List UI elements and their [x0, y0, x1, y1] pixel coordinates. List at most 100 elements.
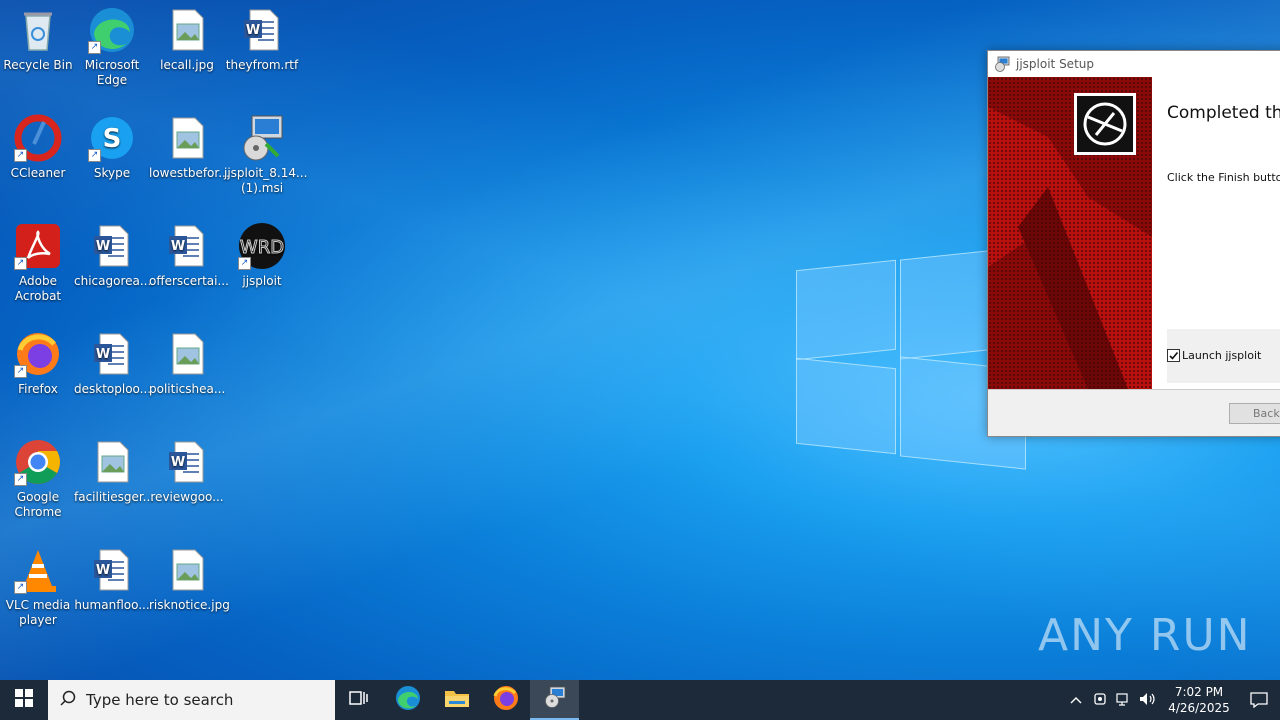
desktop-icon-microsoft-edge[interactable]: ↗ Microsoft Edge: [74, 0, 150, 88]
setup-window[interactable]: jjsploit Setup Completed the j Click the…: [987, 50, 1280, 437]
anyrun-watermark: ANY RUN: [1038, 610, 1252, 661]
firefox-icon: ↗: [14, 330, 62, 378]
word-document-icon: W: [163, 438, 211, 486]
volume-icon[interactable]: [1136, 692, 1160, 709]
firefox-icon: [493, 685, 519, 715]
taskbar-setup-button[interactable]: [530, 680, 579, 720]
taskbar-firefox-button[interactable]: [481, 680, 530, 720]
icon-label: Recycle Bin: [3, 58, 73, 72]
desktop-icon-word-doc[interactable]: W offerscertai...: [149, 216, 229, 289]
show-hidden-icons-chevron-icon[interactable]: [1064, 693, 1088, 707]
completion-heading: Completed the j: [1167, 103, 1280, 123]
edge-icon: ↗: [88, 6, 136, 54]
icon-label: Adobe Acrobat: [14, 274, 62, 303]
notification-center-icon[interactable]: [1238, 692, 1280, 708]
icon-label: theyfrom.rtf: [225, 58, 299, 72]
desktop-icon-image-file[interactable]: politicshea...: [149, 324, 225, 397]
icon-label: offerscertai...: [149, 274, 229, 288]
launch-option-panel: Launch jjsploit: [1167, 329, 1280, 383]
jjsploit-logo-icon: WRD ↗: [238, 222, 286, 270]
desktop-icon-word-doc[interactable]: W chicagorea...: [74, 216, 152, 289]
launch-jjsploit-checkbox[interactable]: [1167, 349, 1180, 362]
desktop-icon-image-file[interactable]: lowestbefor...: [149, 108, 230, 181]
clock-date: 4/26/2025: [1168, 701, 1230, 715]
shortcut-arrow-icon: ↗: [14, 149, 27, 162]
image-file-icon: [163, 330, 211, 378]
icon-label: chicagorea...: [74, 274, 152, 288]
search-placeholder: Type here to search: [86, 691, 234, 709]
icon-label: politicshea...: [149, 382, 226, 396]
image-file-icon: [88, 438, 136, 486]
task-view-icon: [349, 689, 369, 711]
task-view-button[interactable]: [335, 680, 383, 720]
chrome-icon: ↗: [14, 438, 62, 486]
tray-app-icon[interactable]: [1088, 692, 1112, 709]
search-icon: [60, 690, 76, 710]
windows-start-icon: [15, 689, 33, 711]
desktop-icon-vlc[interactable]: ↗ VLC media player: [0, 540, 76, 628]
word-document-icon: W: [238, 6, 286, 54]
desktop-icon-word-doc[interactable]: W desktoploo...: [74, 324, 151, 397]
shortcut-arrow-icon: ↗: [14, 365, 27, 378]
vlc-cone-icon: ↗: [14, 546, 62, 594]
shortcut-arrow-icon: ↗: [14, 581, 27, 594]
completion-body-text: Click the Finish button t: [1167, 171, 1280, 184]
word-document-icon: W: [88, 546, 136, 594]
taskbar: Type here to search 7:02 PM 4/26/2025: [0, 680, 1280, 720]
clock[interactable]: 7:02 PM 4/26/2025: [1160, 684, 1238, 716]
edge-icon: [395, 685, 421, 715]
desktop-icon-google-chrome[interactable]: ↗ Google Chrome: [0, 432, 76, 520]
taskbar-edge-button[interactable]: [383, 680, 432, 720]
icon-label: VLC media player: [5, 598, 71, 627]
image-file-icon: [163, 546, 211, 594]
start-button[interactable]: [0, 680, 48, 720]
system-tray: 7:02 PM 4/26/2025: [1064, 680, 1280, 720]
desktop-icon-rtf-file[interactable]: W theyfrom.rtf: [224, 0, 300, 73]
shortcut-arrow-icon: ↗: [238, 257, 251, 270]
folder-icon: [444, 687, 470, 713]
icon-label: Skype: [93, 166, 131, 180]
image-file-icon: [163, 6, 211, 54]
desktop-icon-msi-installer[interactable]: jjsploit_8.14...(1).msi: [224, 108, 308, 196]
icon-label: lecall.jpg: [160, 58, 214, 72]
svg-text:W: W: [96, 347, 110, 362]
icon-label: jjsploit_8.14...(1).msi: [224, 166, 308, 195]
desktop-icon-ccleaner[interactable]: ↗ CCleaner: [0, 108, 76, 181]
icon-label: risknotice.jpg: [149, 598, 230, 612]
desktop-icon-skype[interactable]: S ↗ Skype: [74, 108, 150, 181]
desktop-icon-word-doc[interactable]: W humanfloo...: [74, 540, 150, 613]
taskbar-file-explorer-button[interactable]: [432, 680, 481, 720]
desktop-icon-jjsploit[interactable]: WRD ↗ jjsploit: [224, 216, 300, 289]
desktop-icon-image-file[interactable]: lecall.jpg: [149, 0, 225, 73]
icon-label: jjsploit: [242, 274, 282, 288]
recycle-bin-icon: [14, 6, 62, 54]
desktop-icon-recycle-bin[interactable]: Recycle Bin: [0, 0, 76, 73]
svg-text:W: W: [96, 563, 110, 578]
window-titlebar[interactable]: jjsploit Setup: [988, 51, 1280, 77]
setup-side-banner: [988, 77, 1152, 389]
svg-text:WRD: WRD: [240, 237, 284, 258]
desktop-icon-image-file[interactable]: facilitiesger...: [74, 432, 154, 505]
desktop-icon-firefox[interactable]: ↗ Firefox: [0, 324, 76, 397]
icon-label: Microsoft Edge: [84, 58, 140, 87]
shortcut-arrow-icon: ↗: [14, 257, 27, 270]
desktop-icon-image-file[interactable]: risknotice.jpg: [149, 540, 230, 613]
svg-text:W: W: [171, 239, 185, 254]
adobe-acrobat-icon: ↗: [14, 222, 62, 270]
taskbar-search-box[interactable]: Type here to search: [48, 680, 335, 720]
skype-icon: S ↗: [88, 114, 136, 162]
installer-package-icon: [543, 685, 567, 713]
setup-button-bar: Back: [988, 389, 1280, 436]
ccleaner-icon: ↗: [14, 114, 62, 162]
network-icon[interactable]: [1112, 692, 1136, 709]
back-button[interactable]: Back: [1229, 403, 1280, 424]
icon-label: reviewgoo...: [150, 490, 224, 504]
window-title: jjsploit Setup: [1016, 57, 1094, 71]
installer-package-icon: [238, 114, 286, 162]
svg-text:S: S: [103, 124, 122, 154]
desktop-icon-adobe-acrobat[interactable]: ↗ Adobe Acrobat: [0, 216, 76, 304]
launch-jjsploit-checkbox-row[interactable]: Launch jjsploit: [1167, 349, 1261, 362]
icon-label: humanfloo...: [74, 598, 150, 612]
desktop-icon-word-doc[interactable]: W reviewgoo...: [149, 432, 225, 505]
launch-jjsploit-label: Launch jjsploit: [1182, 349, 1262, 362]
